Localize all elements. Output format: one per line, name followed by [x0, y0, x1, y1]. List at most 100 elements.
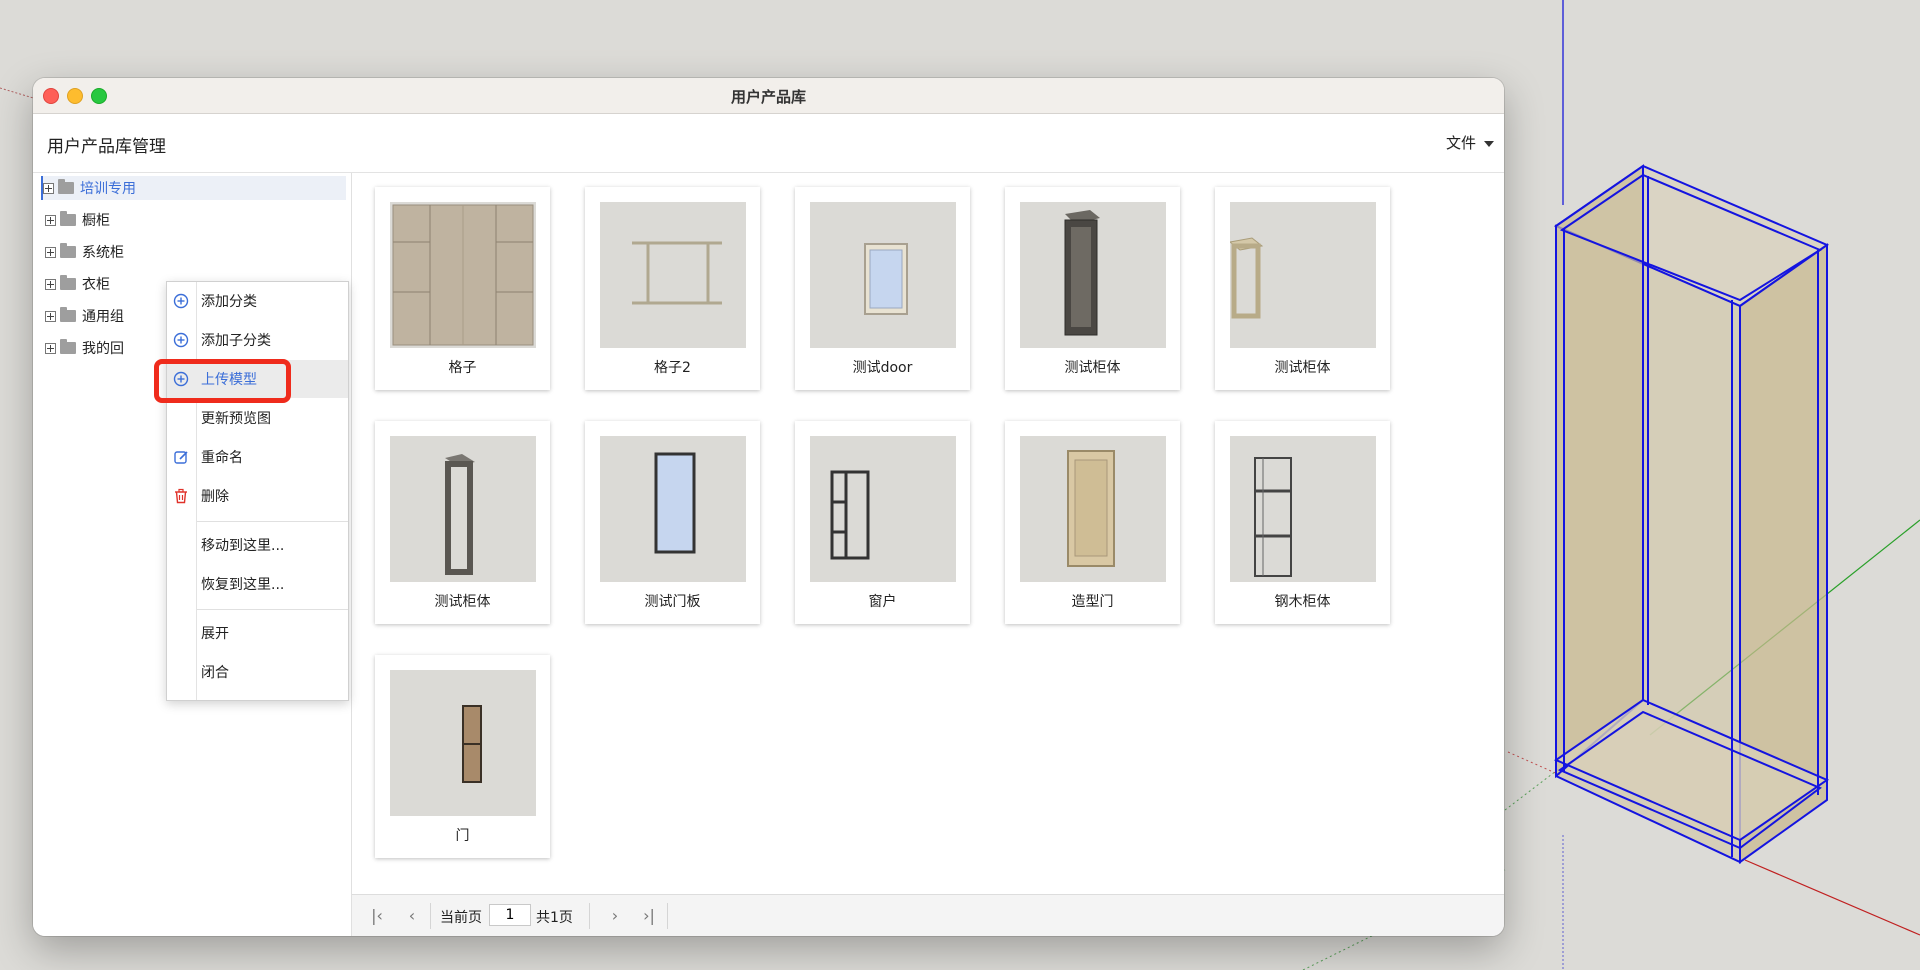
file-menu-label: 文件	[1445, 134, 1476, 152]
product-card[interactable]: 测试柜体	[1215, 187, 1390, 390]
product-label: 门	[455, 828, 470, 844]
tree-node-label: 我的回	[82, 341, 124, 357]
product-thumbnail	[390, 436, 536, 582]
chevron-down-icon	[1484, 140, 1494, 147]
menu-item-label: 添加子分类	[201, 333, 271, 349]
product-thumbnail	[390, 670, 536, 816]
product-label: 测试door	[852, 360, 913, 376]
page-number-input[interactable]	[489, 904, 531, 926]
next-page-icon[interactable]: ›	[605, 906, 625, 926]
product-card[interactable]: 测试door	[795, 187, 970, 390]
folder-icon	[60, 339, 76, 354]
expand-icon[interactable]	[45, 278, 56, 290]
expand-icon[interactable]	[45, 214, 56, 226]
folder-icon	[60, 307, 76, 322]
product-thumbnail	[810, 202, 956, 348]
menu-item-label: 展开	[201, 626, 229, 642]
first-page-icon[interactable]: |‹	[367, 906, 387, 926]
cabinet-model	[1553, 164, 1830, 864]
expand-icon[interactable]	[45, 342, 56, 354]
menu-item-label: 删除	[201, 489, 229, 505]
product-label: 窗户	[868, 594, 897, 610]
product-card[interactable]: 测试柜体	[1005, 187, 1180, 390]
product-thumbnail	[390, 202, 536, 348]
product-thumbnail	[810, 436, 956, 582]
menu-item-update-preview[interactable]: 更新预览图	[167, 399, 348, 437]
product-thumbnail	[600, 436, 746, 582]
folder-icon	[58, 179, 74, 194]
menu-separator	[197, 609, 348, 610]
trash-icon	[173, 488, 189, 504]
plus-circle-icon	[173, 332, 189, 348]
app-title: 用户产品库管理	[47, 137, 166, 157]
product-thumbnail	[1230, 202, 1376, 348]
prev-page-icon[interactable]: ‹	[402, 906, 422, 926]
pager-divider	[430, 903, 431, 929]
product-label: 测试门板	[644, 594, 701, 610]
product-thumbnail	[1230, 436, 1376, 582]
menu-item-label: 更新预览图	[201, 411, 271, 427]
folder-icon	[60, 211, 76, 226]
folder-icon	[60, 275, 76, 290]
tree-node[interactable]: 培训专用	[41, 176, 346, 200]
product-card[interactable]: 格子	[375, 187, 550, 390]
pager-divider	[667, 903, 668, 929]
menu-item-move-here[interactable]: 移动到这里...	[167, 526, 348, 564]
product-grid: 格子 格子2 测试door 测试柜体 测试柜体 测试柜体 测试门板 窗户 造型门 钢木柜体门	[352, 173, 1504, 891]
folder-icon	[60, 243, 76, 258]
menu-separator	[197, 521, 348, 522]
tree-node[interactable]: 橱柜	[45, 208, 350, 232]
context-menu: 添加分类 添加子分类 上传模型 更新预览图 重命名 删除 移动到这里... 恢复到这里... 展…	[166, 281, 349, 701]
menu-item-label: 移动到这里...	[201, 538, 285, 554]
product-label: 格子2	[654, 360, 691, 376]
product-card[interactable]: 钢木柜体	[1215, 421, 1390, 624]
menu-item-add-subcategory[interactable]: 添加子分类	[167, 321, 348, 359]
expand-icon[interactable]	[45, 246, 56, 258]
pagination-bar: |‹ ‹ 当前页 共1页 › ›|	[352, 894, 1504, 936]
product-card[interactable]: 窗户	[795, 421, 970, 624]
app-header: 用户产品库管理 文件	[33, 114, 1504, 173]
menu-item-add-category[interactable]: 添加分类	[167, 282, 348, 320]
product-label: 格子	[448, 360, 477, 376]
menu-item-delete[interactable]: 删除	[167, 477, 348, 515]
title-bar: 用户产品库	[33, 78, 1504, 114]
menu-item-label: 添加分类	[201, 294, 257, 310]
annotation-highlight-box	[154, 359, 291, 403]
menu-item-label: 恢复到这里...	[201, 577, 285, 593]
product-thumbnail	[600, 202, 746, 348]
product-label: 造型门	[1071, 594, 1114, 610]
last-page-icon[interactable]: ›|	[639, 906, 659, 926]
file-menu-button[interactable]: 文件	[1446, 132, 1494, 153]
menu-item-rename[interactable]: 重命名	[167, 438, 348, 476]
edit-icon	[173, 449, 189, 465]
product-thumbnail	[1020, 202, 1166, 348]
tree-node[interactable]: 系统柜	[45, 240, 350, 264]
product-label: 测试柜体	[1064, 360, 1121, 376]
window-title: 用户产品库	[730, 88, 806, 106]
pager-divider	[589, 903, 590, 929]
product-card[interactable]: 格子2	[585, 187, 760, 390]
expand-icon[interactable]	[43, 182, 54, 194]
total-pages-label: 共1页	[536, 910, 573, 926]
menu-item-label: 重命名	[201, 450, 243, 466]
menu-item-expand[interactable]: 展开	[167, 614, 348, 652]
product-thumbnail	[1020, 436, 1166, 582]
plus-circle-icon	[173, 293, 189, 309]
product-label: 测试柜体	[434, 594, 491, 610]
product-card[interactable]: 造型门	[1005, 421, 1180, 624]
tree-node-label: 系统柜	[82, 245, 124, 261]
product-label: 钢木柜体	[1274, 594, 1331, 610]
tree-node-label: 衣柜	[82, 277, 110, 293]
tree-node-label: 通用组	[82, 309, 124, 325]
product-library-window: 用户产品库 用户产品库管理 文件 培训专用橱柜系统柜衣柜通用组我的回 格子 格子2…	[33, 78, 1504, 936]
menu-item-label: 闭合	[201, 665, 229, 681]
product-label: 测试柜体	[1274, 360, 1331, 376]
product-card[interactable]: 测试门板	[585, 421, 760, 624]
product-card[interactable]: 测试柜体	[375, 421, 550, 624]
menu-item-restore-here[interactable]: 恢复到这里...	[167, 565, 348, 603]
expand-icon[interactable]	[45, 310, 56, 322]
tree-node-label: 橱柜	[82, 213, 110, 229]
product-card[interactable]: 门	[375, 655, 550, 858]
menu-item-collapse[interactable]: 闭合	[167, 653, 348, 691]
current-page-label: 当前页	[440, 910, 482, 926]
